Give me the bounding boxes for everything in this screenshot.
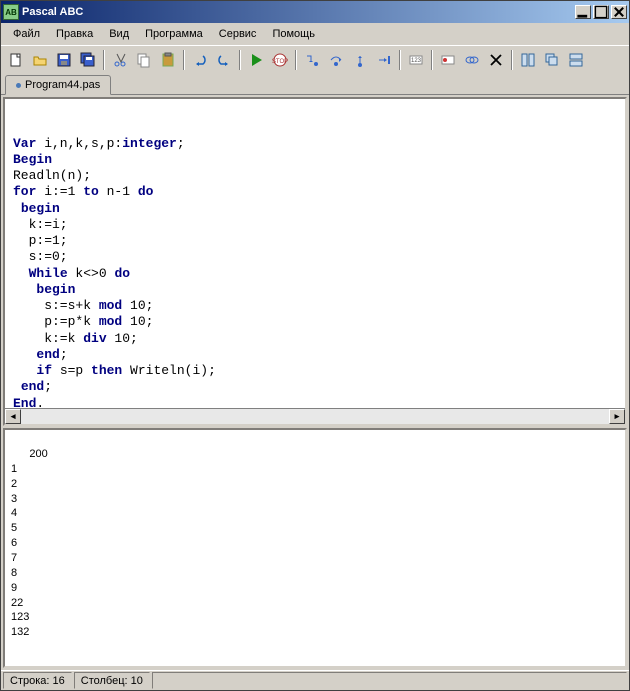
tab-indicator-icon [16,83,21,88]
watch-icon[interactable]: 123 [405,49,427,71]
close-button[interactable] [611,5,627,19]
toolbar-separator [239,50,241,70]
scroll-right-icon[interactable]: ▸ [609,409,625,424]
menu-файл[interactable]: Файл [5,25,48,43]
toolbar-separator [431,50,433,70]
run-icon[interactable] [245,49,267,71]
step-over-icon[interactable] [325,49,347,71]
status-column: Столбец: 10 [74,672,150,689]
maximize-button[interactable] [593,5,609,19]
save-icon[interactable] [53,49,75,71]
close-icon[interactable] [485,49,507,71]
app-icon: AB [3,4,19,20]
workarea: Var i,n,k,s,p:integer;BeginReadln(n);for… [1,95,629,670]
titlebar[interactable]: AB Pascal ABC [1,1,629,23]
output-panel[interactable]: 200 1 2 3 4 5 6 7 8 9 22 123 132 [3,428,627,668]
title-text: Pascal ABC [22,6,575,18]
stop-icon[interactable]: STOP [269,49,291,71]
window-tile-icon[interactable] [517,49,539,71]
tab-label: Program44.pas [25,79,100,91]
menubar: ФайлПравкаВидПрограммаСервисПомощь [1,23,629,45]
output-text: 200 1 2 3 4 5 6 7 8 9 22 123 132 [11,448,48,638]
menu-сервис[interactable]: Сервис [211,25,265,43]
step-into-icon[interactable] [301,49,323,71]
status-spacer [152,672,627,689]
undo-icon[interactable] [189,49,211,71]
open-file-icon[interactable] [29,49,51,71]
minimize-button[interactable] [575,5,591,19]
window-controls [575,5,627,19]
save-all-icon[interactable] [77,49,99,71]
breakpoints-icon[interactable] [461,49,483,71]
svg-text:STOP: STOP [272,59,288,65]
menu-помощь[interactable]: Помощь [264,25,323,43]
status-line: Строка: 16 [3,672,72,689]
run-to-cursor-icon[interactable] [373,49,395,71]
toolbar-separator [295,50,297,70]
menu-правка[interactable]: Правка [48,25,101,43]
window-cascade-icon[interactable] [541,49,563,71]
menu-программа[interactable]: Программа [137,25,211,43]
toolbar-separator [399,50,401,70]
scroll-left-icon[interactable]: ◂ [5,409,21,424]
redo-icon[interactable] [213,49,235,71]
cut-icon[interactable] [109,49,131,71]
copy-icon[interactable] [133,49,155,71]
app-window: AB Pascal ABC ФайлПравкаВидПрограммаСерв… [0,0,630,691]
new-file-icon[interactable] [5,49,27,71]
toolbar: STOP 123 [1,45,629,73]
toolbar-separator [103,50,105,70]
breakpoint-icon[interactable] [437,49,459,71]
menu-вид[interactable]: Вид [101,25,137,43]
svg-text:123: 123 [411,58,422,64]
toolbar-separator [183,50,185,70]
scroll-track[interactable] [21,409,609,424]
tab-program44[interactable]: Program44.pas [5,75,111,95]
editor-scrollbar-horizontal[interactable]: ◂ ▸ [5,408,625,424]
code-editor[interactable]: Var i,n,k,s,p:integer;BeginReadln(n);for… [3,97,627,426]
toolbar-separator [511,50,513,70]
tab-strip: Program44.pas [1,73,629,95]
window-arrange-icon[interactable] [565,49,587,71]
step-out-icon[interactable] [349,49,371,71]
paste-icon[interactable] [157,49,179,71]
statusbar: Строка: 16 Столбец: 10 [1,670,629,690]
